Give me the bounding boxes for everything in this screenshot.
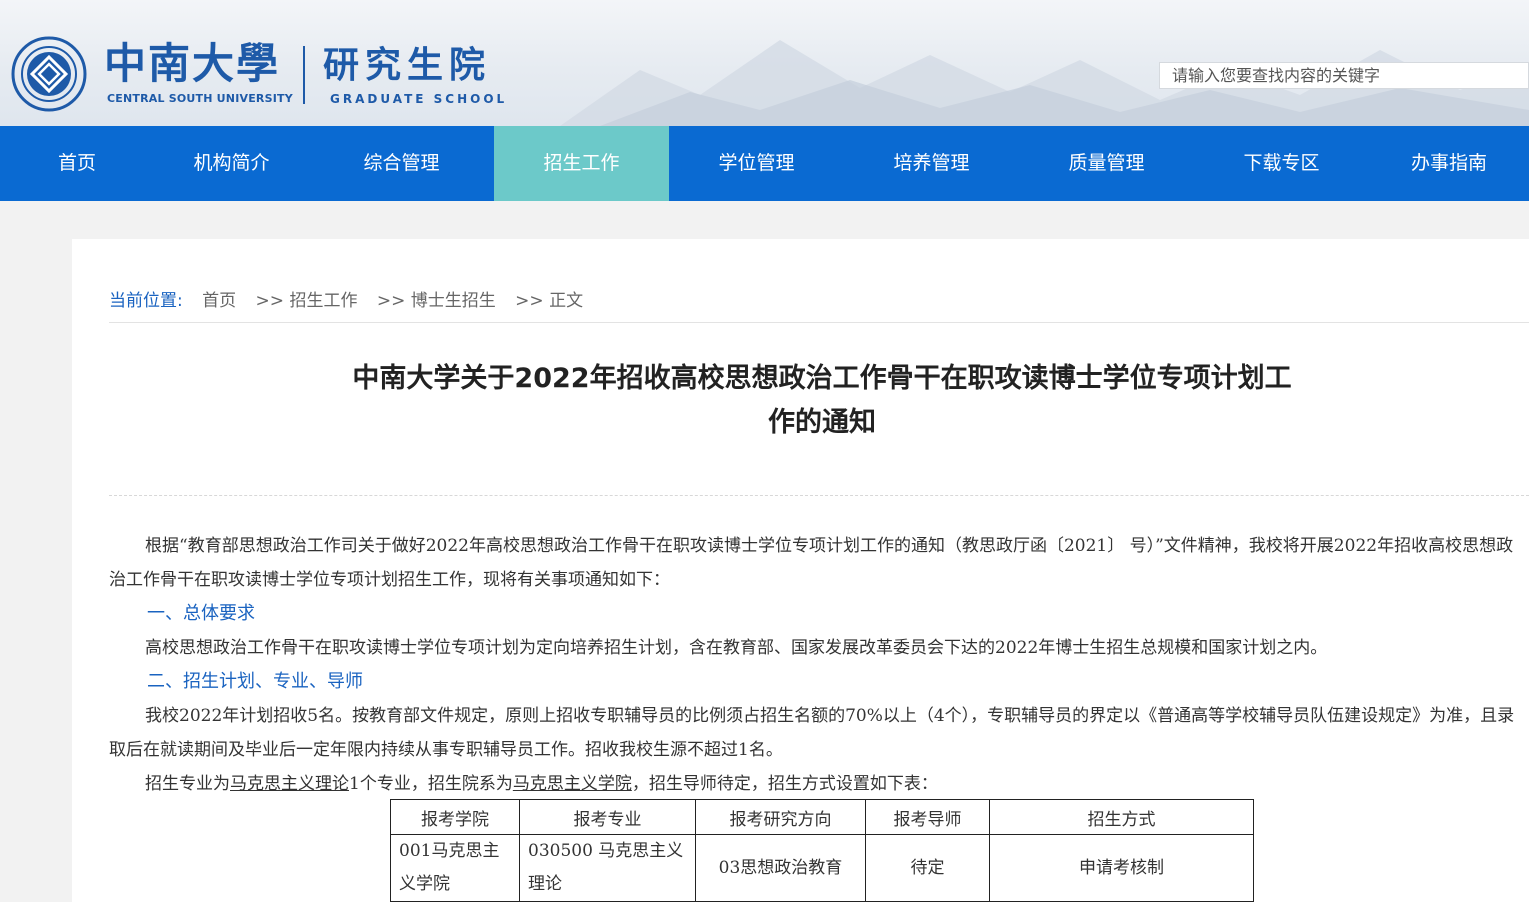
table-header-method: 招生方式 [989, 799, 1254, 835]
breadcrumb-label: 当前位置: [109, 291, 183, 311]
nav-item-home[interactable]: 首页 [0, 126, 154, 201]
nav-item-quality-management[interactable]: 质量管理 [1019, 126, 1194, 201]
table-cell-advisor: 待定 [865, 834, 990, 902]
logo-divider [303, 46, 305, 104]
nav-item-service-guide[interactable]: 办事指南 [1369, 126, 1529, 201]
paragraph-general: 高校思想政治工作骨干在职攻读博士学位专项计划为定向培养招生计划，含在教育部、国家… [145, 638, 1328, 658]
table-cell-direction: 03思想政治教育 [695, 834, 866, 902]
table-cell-major: 030500 马克思主义理论 [519, 834, 696, 902]
title-divider [109, 495, 1529, 497]
breadcrumb-admissions[interactable]: 招生工作 [289, 291, 357, 311]
article-body: 根据“教育部思想政治工作司关于做好2022年高校思想政治工作骨干在职攻读博士学位… [109, 529, 1523, 801]
main-nav: 首页 机构简介 综合管理 招生工作 学位管理 培养管理 质量管理 下载专区 办事… [0, 126, 1529, 201]
major-link: 马克思主义理论 [230, 774, 349, 794]
university-logo-text: 中南大學 [104, 39, 281, 88]
nav-item-training-management[interactable]: 培养管理 [844, 126, 1019, 201]
breadcrumb-current: 正文 [549, 291, 584, 311]
article-title: 中南大学关于2022年招收高校思想政治工作骨干在职攻读博士学位专项计划工 作的通… [272, 357, 1372, 445]
school-link: 马克思主义学院 [512, 774, 632, 794]
university-seal-icon [11, 36, 87, 112]
section-heading-plan: 二、招生计划、专业、导师 [147, 671, 363, 692]
table-header-college: 报考学院 [390, 799, 520, 835]
article-title-line-2: 作的通知 [768, 407, 876, 438]
table-header-major: 报考专业 [519, 799, 696, 835]
university-logo-english: CENTRAL SOUTH UNIVERSITY [107, 92, 293, 105]
table-cell-college: 001马克思主义学院 [390, 834, 520, 902]
nav-item-general-management[interactable]: 综合管理 [309, 126, 494, 201]
article-container: 当前位置: 首页 >> 招生工作 >> 博士生招生 >> 正文 中南大学关于20… [72, 239, 1529, 902]
breadcrumb-phd-admissions[interactable]: 博士生招生 [411, 291, 496, 311]
paragraph-major: 招生专业为马克思主义理论1个专业，招生院系为马克思主义学院，招生导师待定，招生方… [109, 767, 1523, 801]
admission-table: 报考学院 报考专业 报考研究方向 报考导师 招生方式 001马克思主义学院 03… [390, 799, 1254, 902]
breadcrumb-home[interactable]: 首页 [202, 291, 236, 311]
nav-item-about[interactable]: 机构简介 [154, 126, 309, 201]
nav-item-admissions[interactable]: 招生工作 [494, 126, 669, 201]
paragraph-intro: 根据“教育部思想政治工作司关于做好2022年高校思想政治工作骨干在职攻读博士学位… [109, 536, 1514, 590]
paragraph-plan: 我校2022年计划招收5名。按教育部文件规定，原则上招收专职辅导员的比例须占招生… [109, 706, 1515, 760]
breadcrumb-separator: >> [376, 291, 406, 311]
site-header: 中南大學 CENTRAL SOUTH UNIVERSITY 研究生院 GRADU… [0, 0, 1529, 126]
table-header-direction: 报考研究方向 [695, 799, 866, 835]
nav-item-degree-management[interactable]: 学位管理 [669, 126, 844, 201]
graduate-school-logo-english: GRADUATE SCHOOL [330, 92, 508, 106]
section-heading-general: 一、总体要求 [147, 603, 255, 624]
search-input[interactable] [1159, 62, 1529, 89]
table-row: 001马克思主义学院 030500 马克思主义理论 03思想政治教育 待定 申请… [390, 834, 1254, 902]
breadcrumb: 当前位置: 首页 >> 招生工作 >> 博士生招生 >> 正文 [109, 286, 583, 311]
article-title-line-1: 中南大学关于2022年招收高校思想政治工作骨干在职攻读博士学位专项计划工 [352, 363, 1292, 394]
major-text-suffix: ，招生导师待定，招生方式设置如下表： [631, 774, 938, 794]
table-cell-method: 申请考核制 [989, 834, 1254, 902]
major-text-middle: 1个专业，招生院系为 [349, 774, 513, 794]
table-header-row: 报考学院 报考专业 报考研究方向 报考导师 招生方式 [390, 799, 1254, 835]
nav-item-downloads[interactable]: 下载专区 [1194, 126, 1369, 201]
breadcrumb-separator: >> [255, 291, 285, 311]
breadcrumb-separator: >> [515, 291, 544, 311]
major-text-prefix: 招生专业为 [145, 774, 230, 794]
table-header-advisor: 报考导师 [865, 799, 990, 835]
breadcrumb-divider [109, 322, 1529, 323]
graduate-school-logo-text: 研究生院 [323, 45, 492, 86]
